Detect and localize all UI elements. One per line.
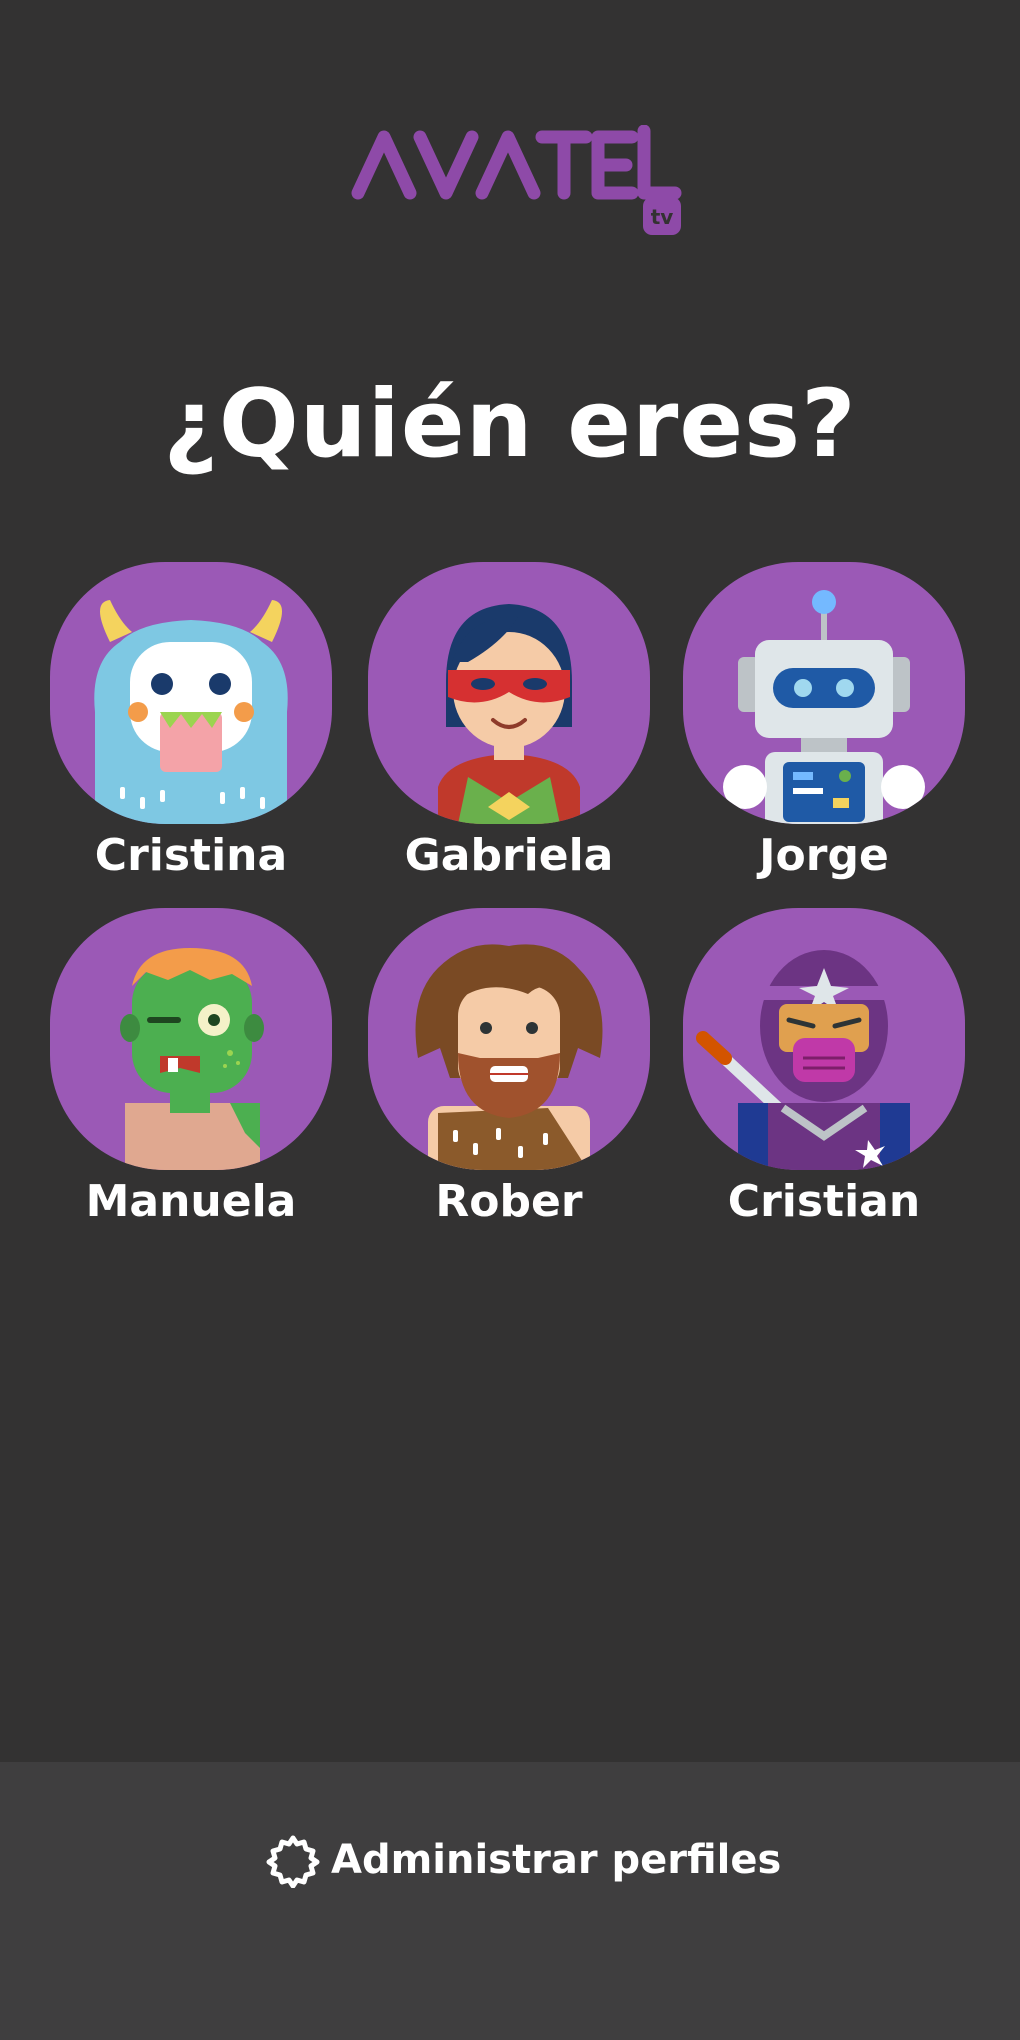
profile-gabriela[interactable]: Gabriela xyxy=(368,562,650,884)
profile-name: Gabriela xyxy=(404,830,614,881)
profile-jorge[interactable]: Jorge xyxy=(683,562,965,884)
zombie-avatar-icon xyxy=(50,908,332,1170)
profile-name: Cristina xyxy=(94,830,288,881)
profile-manuela[interactable]: Manuela xyxy=(50,908,332,1230)
caveman-avatar-icon xyxy=(368,908,650,1170)
robot-avatar-icon xyxy=(683,562,965,824)
superhero-mask-avatar-icon xyxy=(368,562,650,824)
manage-profiles-button[interactable]: Administrar perfiles xyxy=(265,1820,781,1900)
avatel-tv-logo: tv xyxy=(351,125,682,235)
page-title: ¿Quién eres? xyxy=(163,370,857,479)
profile-name: Cristian xyxy=(727,1176,921,1227)
profile-name: Manuela xyxy=(85,1176,297,1227)
footer-bar: Administrar perfiles xyxy=(0,1762,1020,2040)
profile-name: Jorge xyxy=(759,830,889,881)
manage-profiles-label: Administrar perfiles xyxy=(331,1837,782,1883)
profile-name: Rober xyxy=(435,1176,583,1227)
profile-cristina[interactable]: Cristina xyxy=(50,562,332,884)
ninja-avatar-icon xyxy=(683,908,965,1170)
svg-text:tv: tv xyxy=(651,205,674,229)
yeti-monster-avatar-icon xyxy=(50,562,332,824)
profile-rober[interactable]: Rober xyxy=(368,908,650,1230)
gear-icon xyxy=(266,1835,320,1888)
profile-cristian[interactable]: Cristian xyxy=(683,908,965,1230)
